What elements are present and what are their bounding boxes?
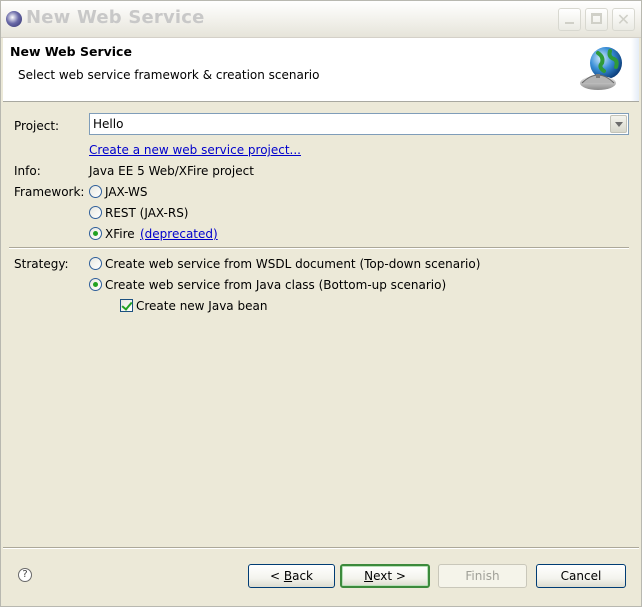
deprecated-link[interactable]: (deprecated) — [140, 227, 218, 241]
back-rest: ack — [292, 569, 313, 583]
close-icon: ✕ — [616, 10, 631, 29]
page-title: New Web Service — [10, 44, 132, 59]
radio-bottom-up[interactable] — [89, 278, 102, 291]
maximize-icon — [591, 13, 602, 24]
framework-label: Framework: — [14, 185, 85, 199]
maximize-button[interactable] — [585, 8, 608, 31]
title-bar[interactable]: New Web Service ✕ — [1, 1, 641, 38]
project-label: Project: — [14, 119, 60, 133]
radio-top-down-label[interactable]: Create web service from WSDL document (T… — [105, 257, 480, 271]
radio-rest-label[interactable]: REST (JAX-RS) — [105, 206, 189, 220]
section-divider — [9, 247, 629, 249]
info-value: Java EE 5 Web/XFire project — [89, 164, 254, 178]
window-title: New Web Service — [26, 7, 205, 28]
next-mnemonic: N — [364, 569, 374, 583]
back-prefix: < — [269, 569, 284, 583]
finish-button: Finish — [438, 564, 527, 588]
java-bean-checkbox[interactable] — [120, 299, 133, 312]
radio-jax-ws-label[interactable]: JAX-WS — [105, 185, 148, 199]
dialog-window: New Web Service ✕ New Web Service Select… — [0, 0, 642, 607]
eclipse-icon — [6, 11, 22, 27]
minimize-icon — [565, 22, 574, 24]
back-button[interactable]: < Back — [248, 564, 335, 588]
page-description: Select web service framework & creation … — [18, 68, 320, 82]
create-project-link[interactable]: Create a new web service project... — [89, 143, 301, 157]
radio-xfire-label[interactable]: XFire — [105, 227, 135, 241]
header-accent-stripe — [631, 38, 639, 101]
strategy-label: Strategy: — [14, 257, 69, 271]
radio-rest[interactable] — [89, 206, 102, 219]
project-value: Hello — [93, 117, 124, 131]
radio-xfire[interactable] — [89, 227, 102, 240]
java-bean-label[interactable]: Create new Java bean — [136, 299, 267, 313]
radio-top-down[interactable] — [89, 257, 102, 270]
back-mnemonic: B — [283, 569, 293, 583]
wizard-content: Project: Hello Create a new web service … — [3, 102, 639, 547]
cancel-button[interactable]: Cancel — [536, 564, 626, 588]
minimize-button[interactable] — [558, 8, 581, 31]
help-icon[interactable]: ? — [18, 568, 32, 582]
wizard-header: New Web Service Select web service frame… — [3, 38, 639, 102]
footer-divider — [3, 547, 639, 549]
next-rest: ext > — [373, 569, 406, 583]
radio-jax-ws[interactable] — [89, 185, 102, 198]
next-button[interactable]: Next > — [340, 564, 430, 588]
close-button[interactable]: ✕ — [612, 8, 635, 31]
radio-bottom-up-label[interactable]: Create web service from Java class (Bott… — [105, 278, 446, 292]
web-service-globe-icon — [580, 47, 622, 90]
chevron-down-icon[interactable] — [610, 115, 627, 133]
info-label: Info: — [14, 164, 41, 178]
project-combo[interactable]: Hello — [89, 113, 629, 135]
